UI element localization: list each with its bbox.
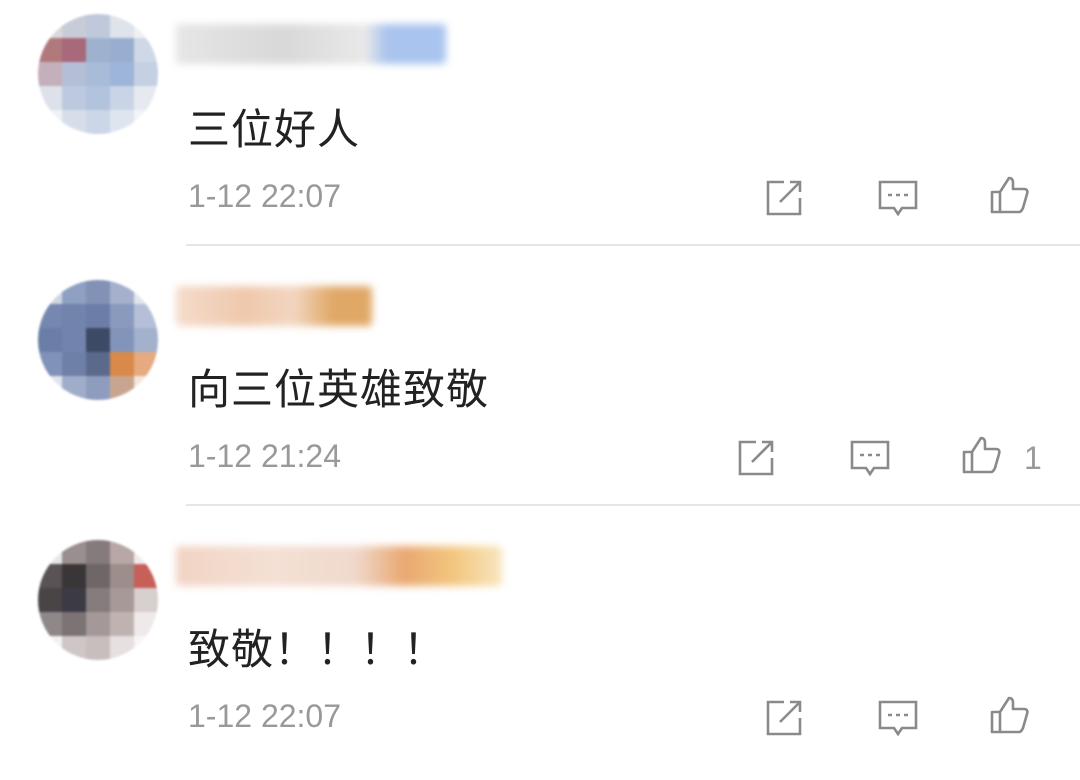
username-blurred[interactable]: [176, 24, 446, 64]
comment-text: 三位好人: [188, 105, 361, 154]
divider: [186, 504, 1080, 506]
share-icon[interactable]: [762, 696, 806, 740]
thumbs-up-icon[interactable]: [960, 432, 1004, 476]
share-icon[interactable]: [734, 436, 778, 480]
thumbs-up-icon[interactable]: [988, 172, 1032, 216]
comment-text: 向三位英雄致敬: [188, 365, 490, 414]
comment-icon[interactable]: [876, 176, 920, 220]
thumbs-up-icon[interactable]: [988, 692, 1032, 736]
like-count: 1: [1024, 440, 1042, 476]
divider: [186, 244, 1080, 246]
comment-text: 致敬！！！！: [188, 625, 447, 674]
share-icon[interactable]: [762, 176, 806, 220]
avatar[interactable]: [38, 14, 158, 134]
avatar[interactable]: [38, 280, 158, 400]
avatar[interactable]: [38, 540, 158, 660]
comment-time: 1-12 22:07: [188, 698, 342, 734]
comment-item: 三位好人 1-12 22:07: [0, 0, 1080, 260]
username-blurred[interactable]: [176, 286, 372, 326]
comment-item: 致敬！！！！ 1-12 22:07: [0, 520, 1080, 780]
comment-icon[interactable]: [848, 436, 892, 480]
username-blurred[interactable]: [176, 546, 502, 586]
comment-time: 1-12 21:24: [188, 438, 342, 474]
comment-icon[interactable]: [876, 696, 920, 740]
comment-time: 1-12 22:07: [188, 178, 342, 214]
comment-item: 向三位英雄致敬 1-12 21:24 1: [0, 260, 1080, 520]
